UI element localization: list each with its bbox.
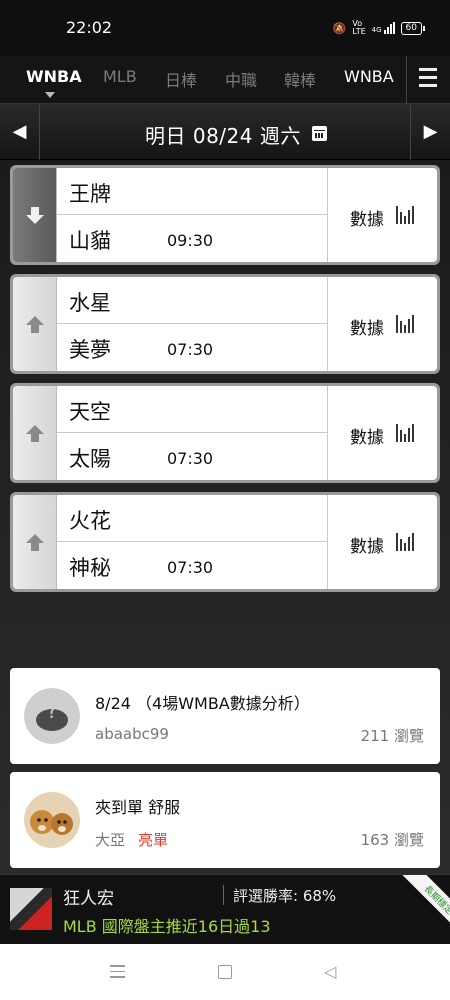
- status-bar: 22:02 🔕 Vo LTE 4G 60: [0, 0, 450, 56]
- active-tab-indicator: [45, 92, 55, 98]
- arrow-up-icon: [26, 316, 44, 333]
- stats-button[interactable]: 數據: [327, 386, 437, 480]
- article-views: 163 瀏覽: [360, 831, 424, 849]
- expand-toggle[interactable]: [13, 277, 57, 371]
- expand-toggle[interactable]: [13, 386, 57, 480]
- stats-button[interactable]: 數據: [327, 168, 437, 262]
- signal-icon: 4G: [372, 22, 395, 34]
- bar-chart-icon: [396, 315, 414, 333]
- stats-label: 數據: [350, 428, 384, 448]
- team-name: 太陽: [69, 447, 111, 471]
- back-button[interactable]: ◁: [324, 962, 336, 981]
- team-row: 美夢 07:30: [57, 324, 327, 371]
- date-label[interactable]: 明日 08/24 週六: [145, 120, 301, 149]
- stats-button[interactable]: 數據: [327, 277, 437, 371]
- match-card[interactable]: 水星 美夢 07:30 數據: [10, 274, 440, 374]
- team-row: 水星: [57, 277, 327, 324]
- tab-cpbl[interactable]: 中職: [225, 67, 257, 91]
- match-card[interactable]: 火花 神秘 07:30 數據: [10, 492, 440, 592]
- stats-button[interactable]: 數據: [327, 495, 437, 589]
- team-name: 水星: [69, 291, 111, 315]
- system-nav-bar: ◁: [0, 944, 450, 1000]
- arrow-up-icon: [26, 534, 44, 551]
- article-card[interactable]: ? 8/24 （4場WMBA數據分析） abaabc99 211 瀏覽: [10, 668, 440, 764]
- expand-toggle[interactable]: [13, 495, 57, 589]
- match-time: 07:30: [167, 558, 214, 577]
- promo-ribbon: 長期穩定: [390, 875, 450, 935]
- promo-headline: MLB 國際盤主推近16日過13: [63, 917, 271, 936]
- unknown-user-icon: ?: [24, 688, 80, 744]
- article-title: 8/24 （4場WMBA數據分析）: [95, 694, 310, 713]
- promo-banner[interactable]: 狂人宏 評選勝率: 68% MLB 國際盤主推近16日過13 長期穩定: [0, 874, 450, 944]
- article-card[interactable]: 夾到單 舒服 大亞 亮單 163 瀏覽: [10, 772, 440, 868]
- stats-label: 數據: [350, 537, 384, 557]
- match-time: 09:30: [167, 231, 214, 250]
- recent-apps-button[interactable]: [110, 965, 125, 982]
- next-day-button[interactable]: ▶: [410, 104, 450, 160]
- match-time: 07:30: [167, 449, 214, 468]
- team-name: 山貓: [69, 229, 111, 253]
- svg-text:?: ?: [47, 699, 58, 723]
- promo-rate: 評選勝率: 68%: [233, 887, 337, 905]
- prev-day-button[interactable]: ◀: [0, 104, 40, 160]
- arrow-up-icon: [26, 425, 44, 442]
- match-card[interactable]: 王牌 山貓 09:30 數據: [10, 165, 440, 265]
- promo-name: 狂人宏: [63, 889, 114, 909]
- collapse-toggle[interactable]: [13, 168, 57, 262]
- status-icons: 🔕 Vo LTE 4G 60: [332, 19, 426, 36]
- tab-wnba-2[interactable]: WNBA: [344, 67, 394, 86]
- content-area: 王牌 山貓 09:30 數據 水星 美夢 07:30 數據 天空 太陽 07:3…: [0, 160, 450, 874]
- team-row: 火花: [57, 495, 327, 542]
- ribbon-label: 長期穩定: [401, 875, 450, 935]
- home-button[interactable]: [218, 965, 232, 979]
- team-row: 太陽 07:30: [57, 433, 327, 480]
- match-time: 07:30: [167, 340, 214, 359]
- article-author[interactable]: 大亞: [95, 829, 125, 850]
- promo-thumbnail: [10, 888, 52, 930]
- battery-icon: 60: [400, 21, 426, 35]
- team-name: 美夢: [69, 338, 111, 362]
- menu-button[interactable]: [406, 56, 450, 104]
- tab-mlb[interactable]: MLB: [103, 67, 137, 86]
- article-author[interactable]: abaabc99: [95, 725, 169, 743]
- bar-chart-icon: [396, 533, 414, 551]
- team-row: 天空: [57, 386, 327, 433]
- status-time: 22:02: [66, 18, 113, 37]
- divider: [223, 885, 224, 905]
- stats-label: 數據: [350, 319, 384, 339]
- team-name: 火花: [69, 509, 111, 533]
- team-row: 王牌: [57, 168, 327, 215]
- team-name: 天空: [69, 400, 111, 424]
- mute-icon: 🔕: [332, 21, 347, 35]
- dogs-avatar-icon: [24, 792, 80, 848]
- tab-kbo[interactable]: 韓棒: [284, 67, 316, 91]
- tab-wnba[interactable]: WNBA: [26, 67, 82, 86]
- stats-label: 數據: [350, 210, 384, 230]
- team-row: 神秘 07:30: [57, 542, 327, 589]
- date-bar: ◀ 明日 08/24 週六 ▶: [0, 104, 450, 160]
- article-tag: 亮單: [138, 831, 169, 849]
- bar-chart-icon: [396, 424, 414, 442]
- league-tabs: WNBA MLB 日棒 中職 韓棒 WNBA: [0, 56, 450, 104]
- arrow-down-icon: [26, 207, 44, 224]
- team-row: 山貓 09:30: [57, 215, 327, 262]
- article-views: 211 瀏覽: [360, 727, 424, 745]
- avatar: [24, 792, 80, 848]
- team-name: 神秘: [69, 556, 111, 580]
- match-card[interactable]: 天空 太陽 07:30 數據: [10, 383, 440, 483]
- avatar: ?: [24, 688, 80, 744]
- article-title: 夾到單 舒服: [95, 798, 181, 817]
- volte-icon: Vo LTE: [352, 19, 366, 36]
- calendar-icon[interactable]: [312, 126, 327, 141]
- bar-chart-icon: [396, 206, 414, 224]
- team-name: 王牌: [69, 182, 111, 206]
- tab-npb[interactable]: 日棒: [165, 67, 197, 91]
